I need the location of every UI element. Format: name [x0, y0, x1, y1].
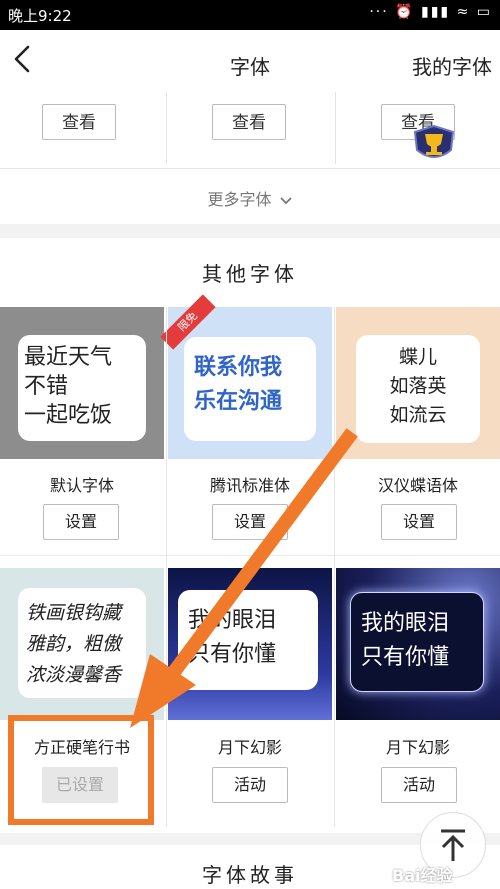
preview-line: 不错	[24, 374, 69, 399]
preview-line: 浓淡漫馨香	[26, 664, 122, 686]
preview-line: 雅韵，粗傲	[26, 633, 122, 655]
activity-button[interactable]: 活动	[381, 767, 457, 803]
preview-line: 只有你懂	[361, 645, 450, 670]
set-button[interactable]: 设置	[212, 504, 288, 540]
font-name: 腾讯标准体	[209, 476, 290, 495]
font-preview-default[interactable]: 最近天气 不错 一起吃饭	[0, 307, 164, 459]
chevron-down-icon	[279, 196, 292, 204]
font-preview-moon[interactable]: 我的眼泪 只有你懂	[168, 568, 332, 720]
column-divider	[166, 307, 167, 827]
status-icons: ··· ⏰ ▮▮▮ ≈ ▭	[369, 4, 492, 20]
preview-line: 我的眼泪	[361, 611, 450, 636]
trophy-badge-icon[interactable]	[411, 124, 457, 164]
app-header: 字体 我的字体	[0, 30, 500, 92]
preview-line: 只有你懂	[188, 642, 277, 667]
activity-button[interactable]: 活动	[212, 767, 288, 803]
preview-line: 如落英	[389, 375, 447, 397]
preview-line: 如流云	[389, 404, 447, 426]
view-button-2[interactable]: 查看	[212, 104, 286, 140]
more-fonts-label: 更多字体	[207, 190, 272, 209]
section-title: 其他字体	[202, 262, 298, 286]
view-button-1[interactable]: 查看	[42, 104, 116, 140]
status-time: 晚上9:22	[8, 7, 72, 25]
column-divider	[335, 92, 336, 164]
more-fonts-link[interactable]: 更多字体	[0, 186, 500, 210]
divider	[0, 555, 500, 556]
preview-line: 铁画银钩藏	[26, 602, 122, 624]
my-fonts-link[interactable]: 我的字体	[412, 51, 492, 80]
preview-line: 一起吃饭	[24, 403, 113, 428]
column-divider	[334, 307, 335, 827]
font-preview-dieyu[interactable]: 蝶儿 如落英 如流云	[336, 307, 500, 459]
divider	[0, 168, 500, 169]
watermark-logo: Bai经验	[392, 866, 453, 885]
preview-line: 我的眼泪	[188, 608, 277, 633]
set-button[interactable]: 设置	[43, 504, 119, 540]
font-preview-moon-dark[interactable]: 我的眼泪 只有你懂	[336, 568, 500, 720]
font-name: 月下幻影	[217, 738, 282, 757]
preview-line: 乐在沟通	[194, 389, 283, 414]
preview-line: 蝶儿	[398, 346, 437, 368]
applied-button: 已设置	[42, 767, 118, 803]
column-divider	[166, 92, 167, 164]
preview-line: 最近天气	[24, 345, 113, 370]
status-bar: 晚上9:22 ··· ⏰ ▮▮▮ ≈ ▭	[0, 0, 500, 30]
font-name: 默认字体	[49, 476, 114, 495]
font-name: 汉仪蝶语体	[377, 476, 458, 495]
font-preview-fangzheng[interactable]: 铁画银钩藏 雅韵，粗傲 浓淡漫馨香	[0, 568, 164, 720]
font-name: 月下幻影	[385, 738, 450, 757]
font-name: 方正硬笔行书	[33, 738, 130, 757]
set-button[interactable]: 设置	[381, 504, 457, 540]
preview-line: 联系你我	[194, 355, 283, 380]
